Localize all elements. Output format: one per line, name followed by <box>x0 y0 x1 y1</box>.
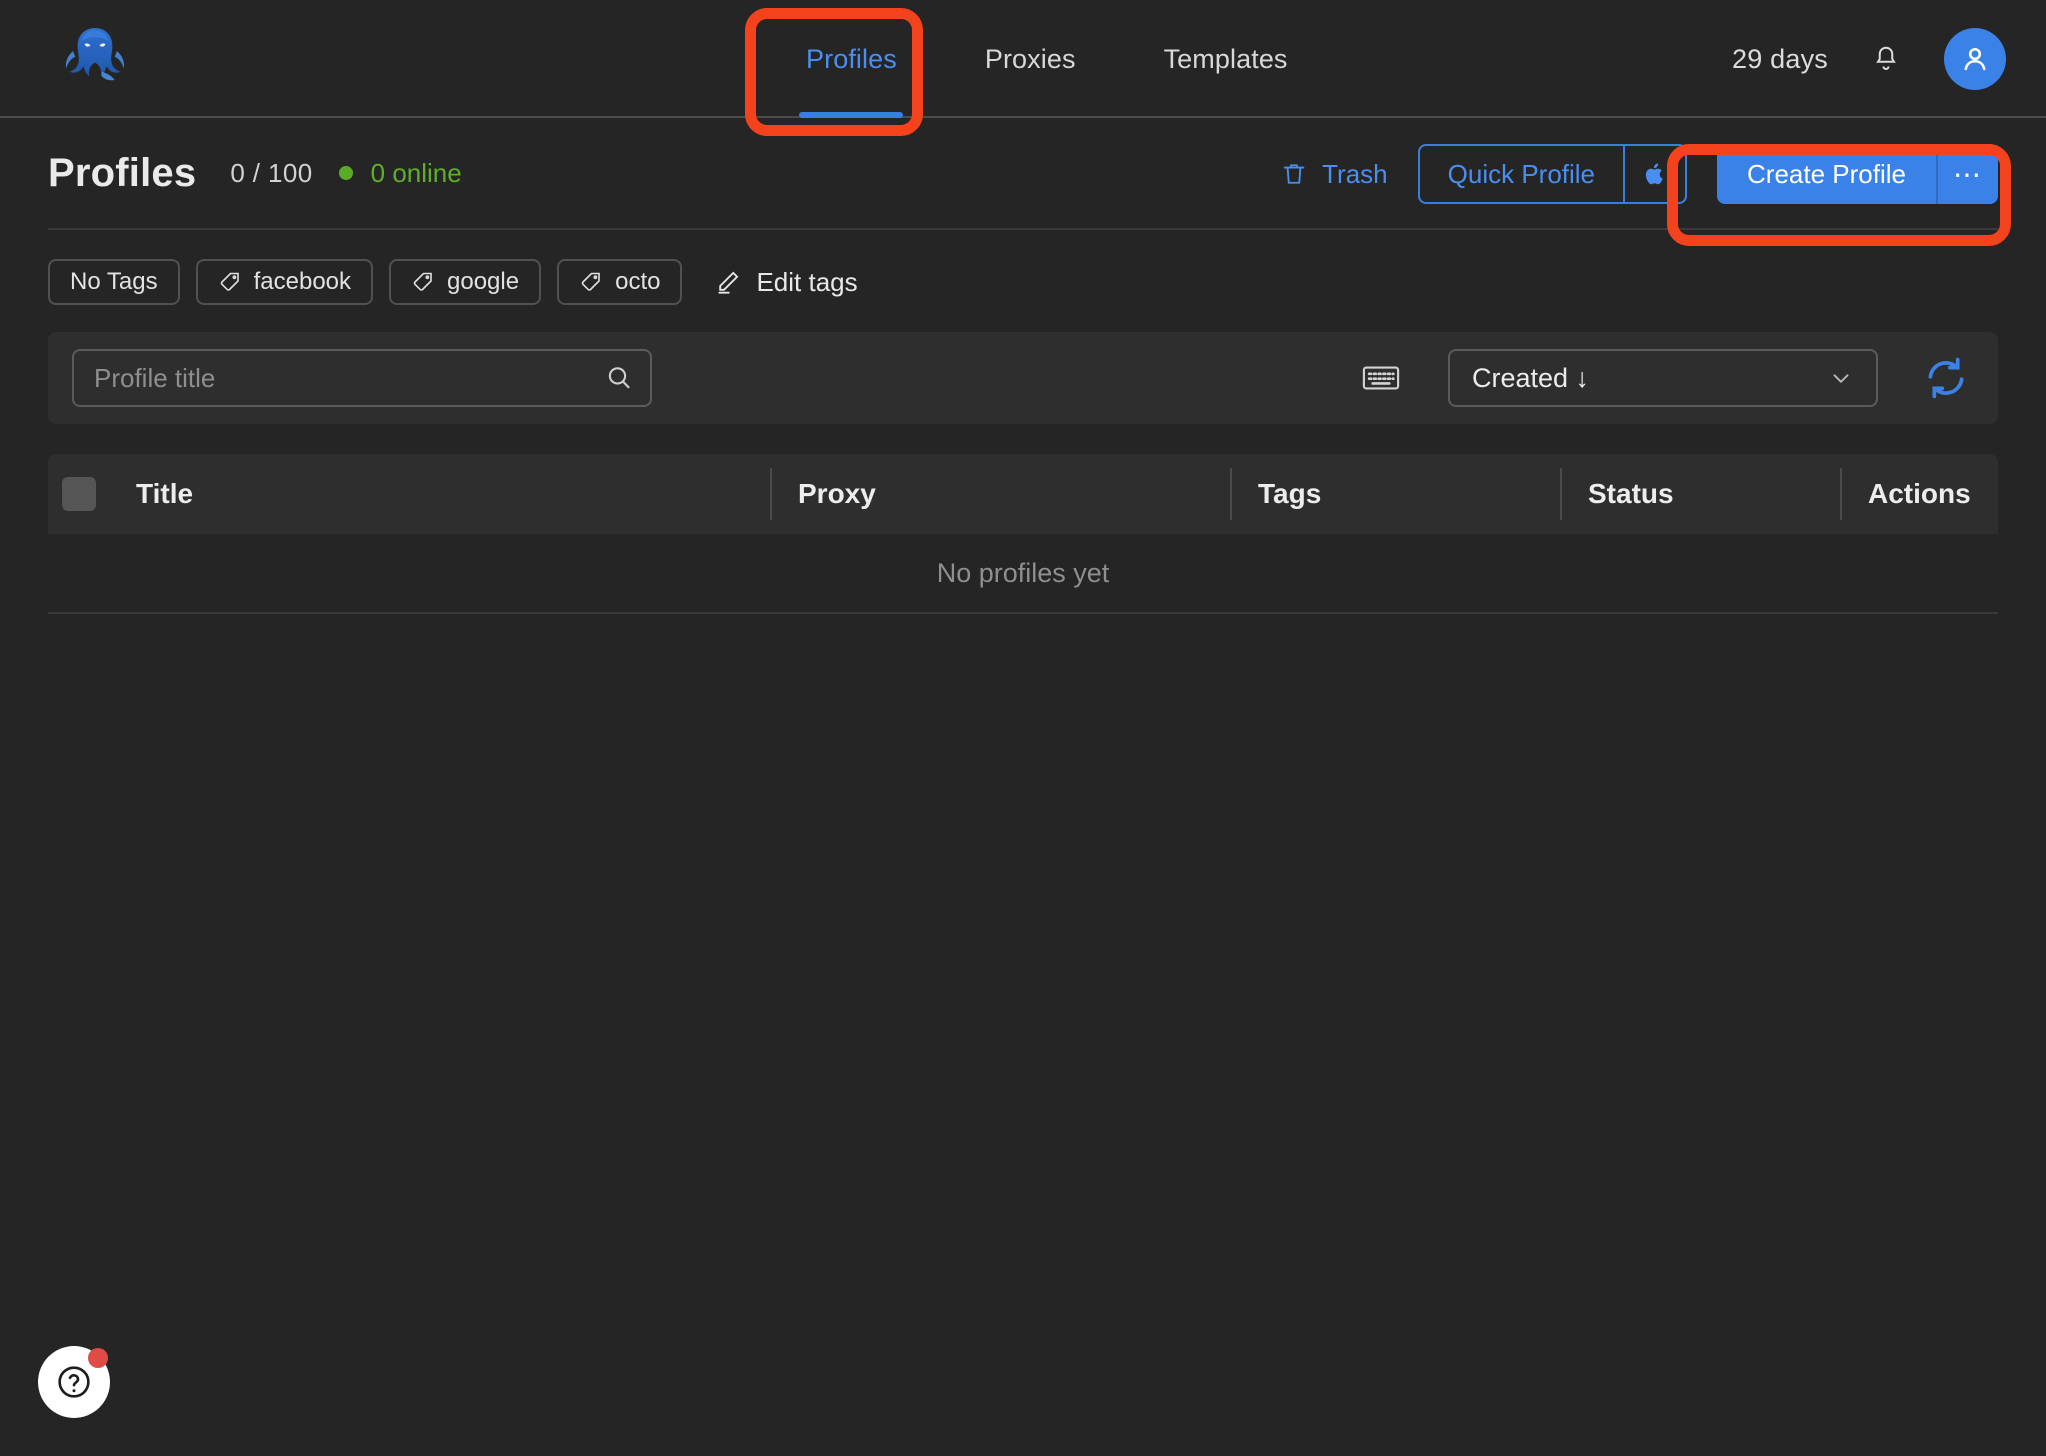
online-status-label: 0 online <box>370 157 462 188</box>
column-header-proxy[interactable]: Proxy <box>770 468 1230 520</box>
octo-browser-logo <box>65 27 125 81</box>
bell-icon <box>1876 46 1896 70</box>
quick-profile-label: Quick Profile <box>1447 158 1596 189</box>
tag-chip-octo[interactable]: octo <box>557 259 683 305</box>
edit-tags-label: Edit tags <box>756 266 858 297</box>
tag-chip-label: google <box>447 268 520 295</box>
apple-icon <box>1645 163 1663 185</box>
trash-icon <box>1283 164 1305 184</box>
create-profile-more-button[interactable]: ⋯ <box>1936 144 1998 204</box>
table-empty-state: No profiles yet <box>48 534 1998 614</box>
user-icon <box>1964 47 1986 71</box>
column-header-status[interactable]: Status <box>1560 468 1840 520</box>
subscription-days-label: 29 days <box>1732 43 1828 74</box>
page-title: Profiles <box>48 150 197 195</box>
page-title-row: Profiles 0 / 100 0 online Trash Quick Pr… <box>48 118 1998 230</box>
tag-icon <box>581 272 600 291</box>
sort-select-value: Created ↓ <box>1472 362 1590 393</box>
nav-label-profiles: Profiles <box>806 43 897 74</box>
create-profile-label: Create Profile <box>1747 158 1906 189</box>
tag-chip-label: facebook <box>253 268 352 295</box>
tag-chip-label: octo <box>615 268 661 295</box>
column-header-actions[interactable]: Actions <box>1840 468 1998 520</box>
search-box[interactable] <box>72 349 652 407</box>
page-actions: Trash Quick Profile Create Profile ⋯ <box>1280 118 1998 230</box>
select-all-checkbox[interactable] <box>62 477 96 511</box>
tag-filter-row: No Tags facebook google octo Edit tags <box>48 258 1998 306</box>
profile-counter: 0 / 100 <box>230 157 313 188</box>
select-all-cell <box>48 477 110 511</box>
help-notification-badge <box>88 1348 108 1368</box>
header-right-cluster: 29 days <box>1732 0 2006 118</box>
top-header: Profiles Proxies Templates 29 days <box>0 0 2046 118</box>
trash-label: Trash <box>1322 158 1388 189</box>
tag-chip-no-tags[interactable]: No Tags <box>48 259 180 305</box>
profiles-table: Title Proxy Tags Status Actions No profi… <box>48 454 1998 614</box>
tag-chip-google[interactable]: google <box>389 259 542 305</box>
question-mark-icon <box>58 1366 90 1398</box>
table-header-row: Title Proxy Tags Status Actions <box>48 454 1998 534</box>
tag-chip-label: No Tags <box>70 268 158 295</box>
main-navigation: Profiles Proxies Templates <box>762 0 1332 118</box>
search-button[interactable] <box>588 363 650 393</box>
pencil-icon <box>718 271 739 294</box>
online-status-dot <box>338 166 353 180</box>
avatar[interactable] <box>1944 28 2006 90</box>
tag-icon <box>413 272 432 291</box>
refresh-button[interactable] <box>1918 350 1974 406</box>
keyboard-icon <box>1362 366 1400 390</box>
nav-label-proxies: Proxies <box>984 43 1076 74</box>
tag-chip-facebook[interactable]: facebook <box>195 259 374 305</box>
nav-label-templates: Templates <box>1163 43 1288 74</box>
sort-select[interactable]: Created ↓ <box>1448 349 1878 407</box>
app-root: Profiles Proxies Templates 29 days Profi… <box>0 0 2046 1456</box>
create-profile-button[interactable]: Create Profile ⋯ <box>1717 144 1998 204</box>
notifications-button[interactable] <box>1864 37 1908 81</box>
nav-item-proxies[interactable]: Proxies <box>941 0 1120 118</box>
column-header-title[interactable]: Title <box>110 468 770 520</box>
column-header-tags[interactable]: Tags <box>1230 468 1560 520</box>
quick-profile-os-button[interactable] <box>1623 146 1685 202</box>
help-button[interactable] <box>38 1346 110 1418</box>
refresh-icon <box>1928 357 1964 399</box>
search-icon <box>608 367 630 389</box>
filter-toolbar: Created ↓ <box>48 332 1998 424</box>
tag-icon <box>220 272 239 291</box>
quick-profile-button[interactable]: Quick Profile <box>1417 144 1688 204</box>
nav-item-profiles[interactable]: Profiles <box>762 0 941 118</box>
trash-button[interactable]: Trash <box>1280 159 1388 190</box>
edit-tags-button[interactable]: Edit tags <box>714 266 858 298</box>
chevron-down-icon <box>1833 374 1849 384</box>
nav-item-templates[interactable]: Templates <box>1120 0 1332 118</box>
search-input[interactable] <box>74 362 588 394</box>
hotkeys-button[interactable] <box>1356 353 1406 403</box>
